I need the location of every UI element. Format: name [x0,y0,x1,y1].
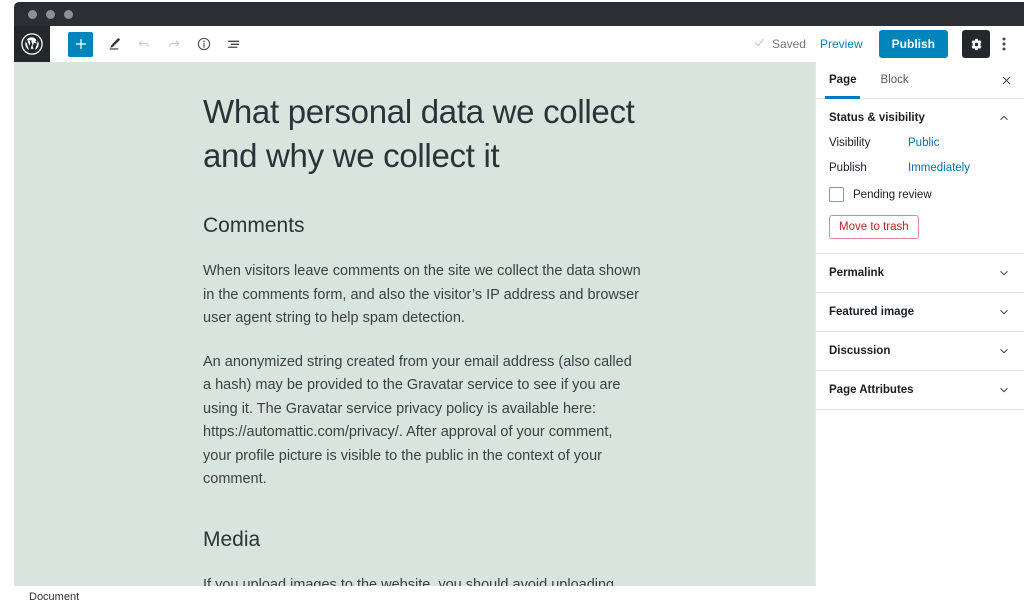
paragraph-block[interactable]: When visitors leave comments on the site… [203,260,643,331]
visibility-label: Visibility [829,137,908,149]
publish-date-row: Publish Immediately [829,162,1011,174]
post-content: What personal data we collect and why we… [14,90,643,586]
editor-toolbar-right: Saved Preview Publish [753,26,1020,62]
chevron-up-icon [997,111,1011,125]
chevron-down-icon [997,266,1011,280]
kebab-menu-icon[interactable] [992,30,1016,58]
checkmark-icon [753,36,766,52]
window-titlebar [14,2,1024,26]
add-block-button[interactable] [68,32,93,57]
window-minimize-button[interactable] [46,10,55,19]
pending-review-row: Pending review [829,187,1011,202]
editor-toolbar-left [68,26,247,62]
publish-date-value-button[interactable]: Immediately [908,162,970,174]
publish-button[interactable]: Publish [879,30,948,58]
editor-canvas[interactable]: What personal data we collect and why we… [14,62,815,586]
list-view-button[interactable] [221,31,247,57]
chevron-down-icon [997,344,1011,358]
save-status: Saved [753,36,806,52]
visibility-value-button[interactable]: Public [908,137,939,149]
content-info-button[interactable] [191,31,217,57]
panel-permalink: Permalink [816,254,1024,293]
panel-status-visibility-body: Visibility Public Publish Immediately Pe… [816,137,1024,253]
window-close-button[interactable] [28,10,37,19]
panel-title: Page Attributes [829,384,914,396]
panel-permalink-header[interactable]: Permalink [816,254,1024,292]
redo-button[interactable] [161,31,187,57]
window-zoom-button[interactable] [64,10,73,19]
panel-discussion: Discussion [816,332,1024,371]
wordpress-logo-icon[interactable] [14,26,50,62]
tab-block[interactable]: Block [869,62,921,98]
panel-page-attributes-header[interactable]: Page Attributes [816,371,1024,409]
preview-link[interactable]: Preview [820,37,863,51]
wordpress-block-editor: Saved Preview Publish What personal data… [0,0,1024,607]
breadcrumb[interactable]: Document [14,591,79,603]
heading-block-media[interactable]: Media [203,526,643,554]
panel-page-attributes: Page Attributes [816,371,1024,410]
pending-review-checkbox[interactable] [829,187,844,202]
chevron-down-icon [997,383,1011,397]
heading-block-comments[interactable]: Comments [203,212,643,240]
edit-mode-button[interactable] [101,31,127,57]
pending-review-label: Pending review [853,189,932,201]
sidebar-tabs: Page Block [816,62,1024,99]
post-title[interactable]: What personal data we collect and why we… [203,90,643,178]
panel-status-visibility: Status & visibility Visibility Public Pu… [816,99,1024,254]
panel-title: Permalink [829,267,884,279]
chevron-down-icon [997,305,1011,319]
panel-title: Discussion [829,345,890,357]
settings-sidebar: Page Block Status & visibility Visibili [815,62,1024,586]
move-to-trash-button[interactable]: Move to trash [829,215,919,239]
panel-featured-image: Featured image [816,293,1024,332]
editor-footer: Document [14,586,1024,607]
panel-discussion-header[interactable]: Discussion [816,332,1024,370]
settings-gear-icon[interactable] [962,30,990,58]
panel-title: Status & visibility [829,112,925,124]
paragraph-block[interactable]: If you upload images to the website, you… [203,574,643,587]
save-status-label: Saved [772,37,806,51]
panel-featured-image-header[interactable]: Featured image [816,293,1024,331]
close-icon[interactable] [988,62,1024,98]
publish-date-label: Publish [829,162,908,174]
paragraph-block[interactable]: An anonymized string created from your e… [203,351,643,492]
window-traffic-lights [28,10,73,19]
undo-button[interactable] [131,31,157,57]
panel-status-visibility-header[interactable]: Status & visibility [816,99,1024,137]
tab-page[interactable]: Page [816,62,869,98]
visibility-row: Visibility Public [829,137,1011,149]
panel-title: Featured image [829,306,914,318]
